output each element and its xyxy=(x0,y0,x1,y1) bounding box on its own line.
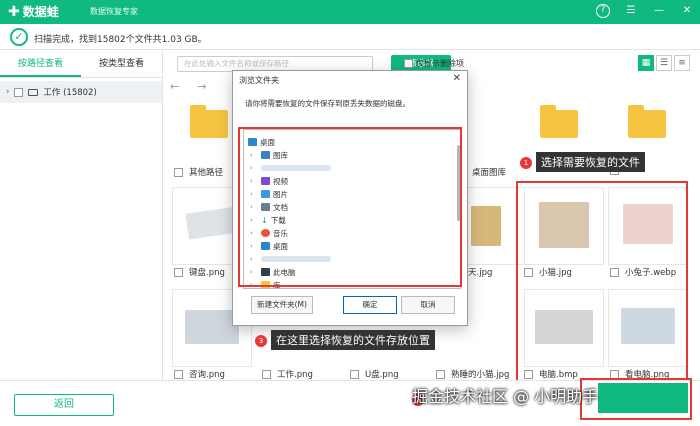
file-name: 天.jpg xyxy=(468,268,493,278)
list-view-icon[interactable]: ☰ xyxy=(656,55,672,71)
file-checkbox[interactable] xyxy=(174,167,183,177)
file-item[interactable]: 天.jpg xyxy=(468,266,492,278)
tree-checkbox[interactable] xyxy=(14,87,24,97)
file-name: 咨询.png xyxy=(189,370,225,380)
back-button[interactable]: 返回 xyxy=(14,394,114,416)
logo-icon: ✚ xyxy=(8,3,20,20)
back-arrow-icon[interactable]: ← xyxy=(170,80,179,93)
grid-view-icon[interactable]: ▦ xyxy=(638,55,654,71)
photo-image xyxy=(471,206,501,246)
annotation-choose-location: 在这里选择恢复的文件存放位置 xyxy=(271,330,435,350)
forward-arrow-icon[interactable]: → xyxy=(197,80,206,93)
app-name: 数据蛙 xyxy=(22,5,59,19)
tab-by-type[interactable]: 按类型查看 xyxy=(81,50,162,77)
drive-icon xyxy=(28,88,39,96)
file-checkbox[interactable] xyxy=(174,267,183,277)
only-deleted-label: 仅显示删除项 xyxy=(416,59,464,68)
file-checkbox[interactable] xyxy=(436,369,445,379)
file-name: 桌面图库 xyxy=(472,168,507,178)
file-item[interactable]: 桌面图库 xyxy=(472,166,506,178)
dialog-description: 请你将需要恢复的文件保存到原丢失数据的磁盘。 xyxy=(245,99,410,108)
file-item[interactable]: 工作.png xyxy=(262,368,313,380)
close-icon[interactable]: ✕ xyxy=(680,4,694,18)
folder-tree-highlight xyxy=(238,127,462,287)
tree-item-work[interactable]: › 工作 (15802) xyxy=(0,81,162,103)
annotation-select-files: 选择需要恢复的文件 xyxy=(536,152,645,172)
folder-icon xyxy=(190,105,228,138)
chevron-right-icon[interactable]: › xyxy=(6,87,9,97)
folder-icon xyxy=(628,105,666,138)
only-deleted-checkbox[interactable] xyxy=(404,59,413,68)
step-badge-3: 3 xyxy=(255,335,267,347)
file-checkbox[interactable] xyxy=(262,369,271,379)
sidebar: 按路径查看 按类型查看 › 工作 (15802) xyxy=(0,50,163,380)
file-item[interactable]: U盘.png xyxy=(350,368,399,380)
file-name: 熟睡的小猫.jpg xyxy=(451,370,510,380)
dialog-close-icon[interactable]: ✕ xyxy=(453,73,461,84)
file-checkbox[interactable] xyxy=(174,369,183,379)
file-name: 工作.png xyxy=(277,370,313,380)
title-bar: ✚ 数据蛙 数据恢复专家 ? ☰ — ✕ xyxy=(0,0,700,24)
check-circle-icon: ✓ xyxy=(10,28,28,46)
file-name: 键盘.png xyxy=(189,268,225,278)
step-badge-1: 1 xyxy=(520,157,532,169)
file-name: U盘.png xyxy=(365,370,399,380)
app-logo: ✚ 数据蛙 xyxy=(8,3,59,20)
new-folder-button[interactable]: 新建文件夹(M) xyxy=(251,296,313,314)
tab-by-path[interactable]: 按路径查看 xyxy=(0,50,81,77)
navigation: ← → xyxy=(170,80,206,93)
file-checkbox[interactable] xyxy=(350,369,359,379)
menu-icon[interactable]: ☰ xyxy=(624,4,638,18)
tree-item-label: 工作 (15802) xyxy=(43,88,97,98)
ok-button[interactable]: 确定 xyxy=(343,296,397,314)
selected-files-highlight xyxy=(516,181,688,383)
file-item[interactable]: 键盘.png xyxy=(174,266,225,278)
detail-view-icon[interactable]: ≡ xyxy=(674,55,690,71)
file-item[interactable]: 咨询.png xyxy=(174,368,225,380)
file-name: 其他路径 xyxy=(189,168,224,178)
file-item[interactable]: 其他路径 xyxy=(174,166,223,178)
cancel-button[interactable]: 取消 xyxy=(401,296,455,314)
app-subtitle: 数据恢复专家 xyxy=(90,7,138,16)
folder-icon xyxy=(540,105,578,138)
dialog-title: 浏览文件夹 xyxy=(239,76,279,85)
scan-status-bar: ✓ 扫描完成，找到15802个文件共1.03 GB。 xyxy=(0,24,700,50)
office-image xyxy=(185,310,239,344)
file-item[interactable]: 熟睡的小猫.jpg xyxy=(436,368,509,380)
watermark: 掘金技术社区 @ 小明助手 xyxy=(412,387,599,406)
only-deleted-option[interactable]: 仅显示删除项 xyxy=(404,58,464,69)
help-icon[interactable]: ? xyxy=(596,4,610,18)
scan-status-text: 扫描完成，找到15802个文件共1.03 GB。 xyxy=(34,35,207,45)
minimize-icon[interactable]: — xyxy=(652,4,666,18)
